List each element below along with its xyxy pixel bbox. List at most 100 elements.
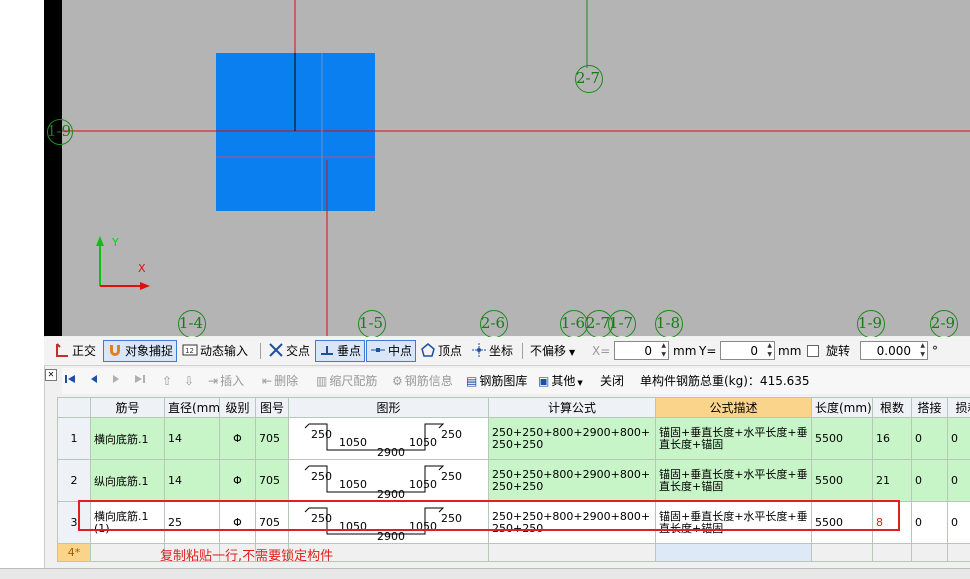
new-row-marker: 4* (58, 544, 91, 562)
magnet-icon (107, 342, 123, 358)
header-cell[interactable]: 筋号 (91, 398, 165, 418)
rebar-name[interactable]: 横向底筋.1 (91, 418, 165, 460)
midpoint-button[interactable]: 中点 (366, 340, 416, 362)
arrow-up-icon: ⇧ (162, 374, 172, 388)
orthogonal-label: 正交 (72, 344, 96, 358)
header-corner (58, 398, 91, 418)
axis-label: 1-4 (179, 314, 203, 332)
insert-button[interactable]: ⇥插入 (208, 371, 244, 391)
loss-cell[interactable]: 0 (948, 502, 970, 544)
empty-cell[interactable] (912, 544, 948, 562)
empty-cell[interactable] (91, 544, 165, 562)
shape-cell[interactable]: 250 1050 2900 1050 250 (289, 418, 489, 460)
description-cell[interactable]: 锚固+垂直长度+水平长度+垂直长度+锚固 (656, 418, 812, 460)
delete-label: 删除 (274, 374, 298, 388)
highlight-box (78, 500, 900, 531)
x-input[interactable]: 0 (614, 341, 669, 360)
degree-symbol: ° (932, 341, 938, 361)
intersection-button[interactable]: 交点 (268, 341, 310, 361)
diameter-cell[interactable]: 14 (165, 460, 220, 502)
lap-cell[interactable]: 0 (912, 418, 948, 460)
rotate-input[interactable]: 0.000 (860, 341, 928, 360)
header-cell[interactable]: 长度(mm) (812, 398, 873, 418)
axis-label: 1-9 (47, 122, 71, 140)
scale-icon: ▥ (316, 374, 327, 388)
empty-cell[interactable] (873, 544, 912, 562)
perpendicular-button[interactable]: 垂点 (315, 340, 365, 362)
header-cell[interactable]: 公式描述 (656, 398, 812, 418)
next-record-button[interactable] (110, 371, 122, 391)
header-cell[interactable]: 搭接 (912, 398, 948, 418)
header-cell[interactable]: 图形 (289, 398, 489, 418)
scale-rebar-button[interactable]: ▥缩尺配筋 (316, 371, 377, 391)
shape-dim: 250 (441, 428, 462, 441)
intersection-label: 交点 (286, 344, 310, 358)
header-cell[interactable]: 损耗 (948, 398, 970, 418)
rebar-library-button[interactable]: ▤钢筋图库 (466, 371, 527, 391)
object-snap-button[interactable]: 对象捕捉 (103, 340, 177, 362)
header-cell[interactable]: 直径(mm) (165, 398, 220, 418)
other-dropdown[interactable]: ▣其他▼ (538, 371, 583, 391)
y-input[interactable]: 0 (720, 341, 775, 360)
rebar-table-grid: 筋号 直径(mm) 级别 图号 图形 计算公式 公式描述 长度(mm) 根数 搭… (57, 397, 970, 562)
library-icon: ▤ (466, 374, 477, 388)
prev-record-button[interactable] (88, 371, 100, 391)
table-row[interactable]: 1 横向底筋.1 14 Φ 705 250 1050 2900 1050 250… (58, 418, 970, 460)
delete-icon: ⇤ (262, 374, 272, 388)
formula-cell[interactable]: 250+250+800+2900+800+250+250 (489, 460, 656, 502)
close-button[interactable]: 关闭 (600, 371, 624, 391)
diameter-cell[interactable]: 14 (165, 418, 220, 460)
vertex-button[interactable]: 顶点 (420, 341, 462, 361)
table-row[interactable]: 2 纵向底筋.1 14 Φ 705 250 1050 2900 1050 250… (58, 460, 970, 502)
axis-label: 1-5 (359, 314, 383, 332)
orthogonal-icon (54, 342, 70, 358)
header-cell[interactable]: 计算公式 (489, 398, 656, 418)
formula-cell[interactable]: 250+250+800+2900+800+250+250 (489, 418, 656, 460)
orthogonal-button[interactable]: 正交 (54, 341, 96, 361)
loss-cell[interactable]: 0 (948, 418, 970, 460)
empty-cell[interactable] (656, 544, 812, 562)
vertex-label: 顶点 (438, 344, 462, 358)
length-cell[interactable]: 5500 (812, 418, 873, 460)
grade-cell[interactable]: Φ (220, 418, 256, 460)
grade-cell[interactable]: Φ (220, 460, 256, 502)
shape-dim: 1050 (409, 436, 437, 449)
header-cell[interactable]: 根数 (873, 398, 912, 418)
lap-cell[interactable]: 0 (912, 460, 948, 502)
empty-cell[interactable] (812, 544, 873, 562)
shape-dim: 250 (311, 470, 332, 483)
figure-number[interactable]: 705 (256, 418, 289, 460)
rotate-checkbox[interactable] (807, 345, 819, 357)
intersection-icon (268, 342, 284, 358)
move-up-button[interactable]: ⇧ (162, 371, 172, 391)
empty-cell[interactable] (948, 544, 970, 562)
delete-button[interactable]: ⇤删除 (262, 371, 298, 391)
rebar-info-button[interactable]: ⚙钢筋信息 (392, 371, 453, 391)
header-cell[interactable]: 级别 (220, 398, 256, 418)
count-cell[interactable]: 16 (873, 418, 912, 460)
perpendicular-icon (319, 342, 335, 358)
insert-label: 插入 (220, 374, 244, 388)
midpoint-label: 中点 (388, 344, 412, 358)
header-cell[interactable]: 图号 (256, 398, 289, 418)
last-record-button[interactable] (134, 371, 146, 391)
offset-dropdown[interactable]: 不偏移▼ (530, 341, 575, 361)
empty-cell[interactable] (489, 544, 656, 562)
description-cell[interactable]: 锚固+垂直长度+水平长度+垂直长度+锚固 (656, 460, 812, 502)
move-down-button[interactable]: ⇩ (184, 371, 194, 391)
coordinate-button[interactable]: 坐标 (471, 341, 513, 361)
count-cell[interactable]: 21 (873, 460, 912, 502)
length-cell[interactable]: 5500 (812, 460, 873, 502)
dynamic-input-button[interactable]: 12动态输入 (182, 341, 248, 361)
lap-cell[interactable]: 0 (912, 502, 948, 544)
midpoint-icon (370, 342, 386, 358)
annotation-note: 复制粘贴一行,不需要锁定构件 (160, 545, 333, 564)
drawing-canvas[interactable]: Y X (62, 0, 970, 336)
figure-number[interactable]: 705 (256, 460, 289, 502)
shape-cell[interactable]: 250 1050 2900 1050 250 (289, 460, 489, 502)
first-record-button[interactable] (64, 371, 76, 391)
rebar-name[interactable]: 纵向底筋.1 (91, 460, 165, 502)
shape-dim: 250 (441, 470, 462, 483)
loss-cell[interactable]: 0 (948, 460, 970, 502)
grid-toggle-icon[interactable]: ✕ (45, 369, 57, 381)
